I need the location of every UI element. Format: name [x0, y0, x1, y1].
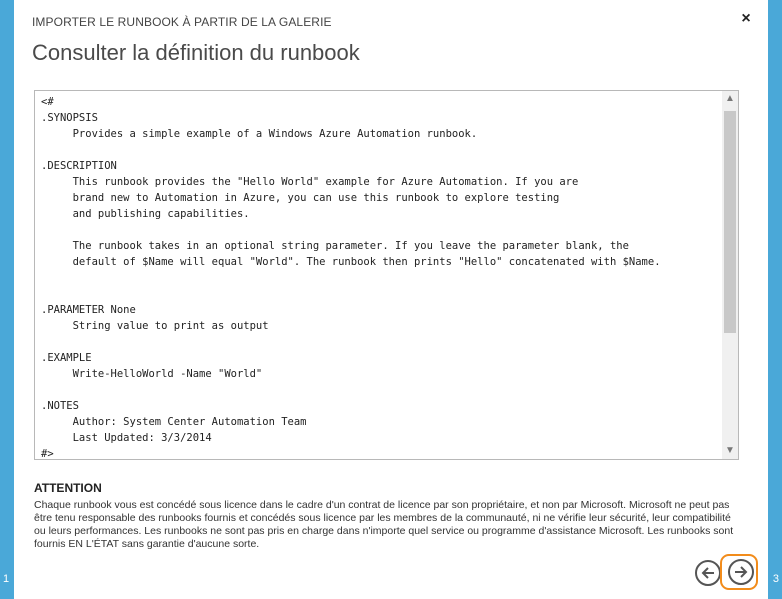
- scroll-up-icon[interactable]: ▲: [722, 91, 738, 107]
- arrow-right-circle-icon: [735, 566, 748, 578]
- step-number-right: 3: [772, 573, 779, 585]
- runbook-definition-viewer[interactable]: <# .SYNOPSIS Provides a simple example o…: [34, 90, 739, 460]
- previous-button[interactable]: [695, 560, 721, 586]
- next-button[interactable]: [728, 559, 754, 585]
- dialog-header: IMPORTER LE RUNBOOK À PARTIR DE LA GALER…: [32, 15, 332, 29]
- right-side-bar: [768, 0, 782, 599]
- next-button-highlight: [720, 554, 758, 590]
- runbook-code: <# .SYNOPSIS Provides a simple example o…: [41, 96, 661, 460]
- attention-heading: ATTENTION: [34, 481, 102, 495]
- step-number-left: 1: [3, 573, 10, 585]
- page-title: Consulter la définition du runbook: [32, 40, 360, 65]
- scroll-down-icon[interactable]: ▼: [722, 443, 738, 459]
- scrollbar-thumb[interactable]: [724, 111, 736, 333]
- arrow-left-circle-icon: [701, 567, 714, 579]
- left-side-bar: [0, 0, 14, 599]
- attention-text: Chaque runbook vous est concédé sous lic…: [34, 499, 734, 550]
- close-icon[interactable]: ×: [738, 11, 754, 27]
- import-runbook-dialog: IMPORTER LE RUNBOOK À PARTIR DE LA GALER…: [14, 0, 768, 599]
- vertical-scrollbar[interactable]: ▲ ▼: [722, 91, 738, 459]
